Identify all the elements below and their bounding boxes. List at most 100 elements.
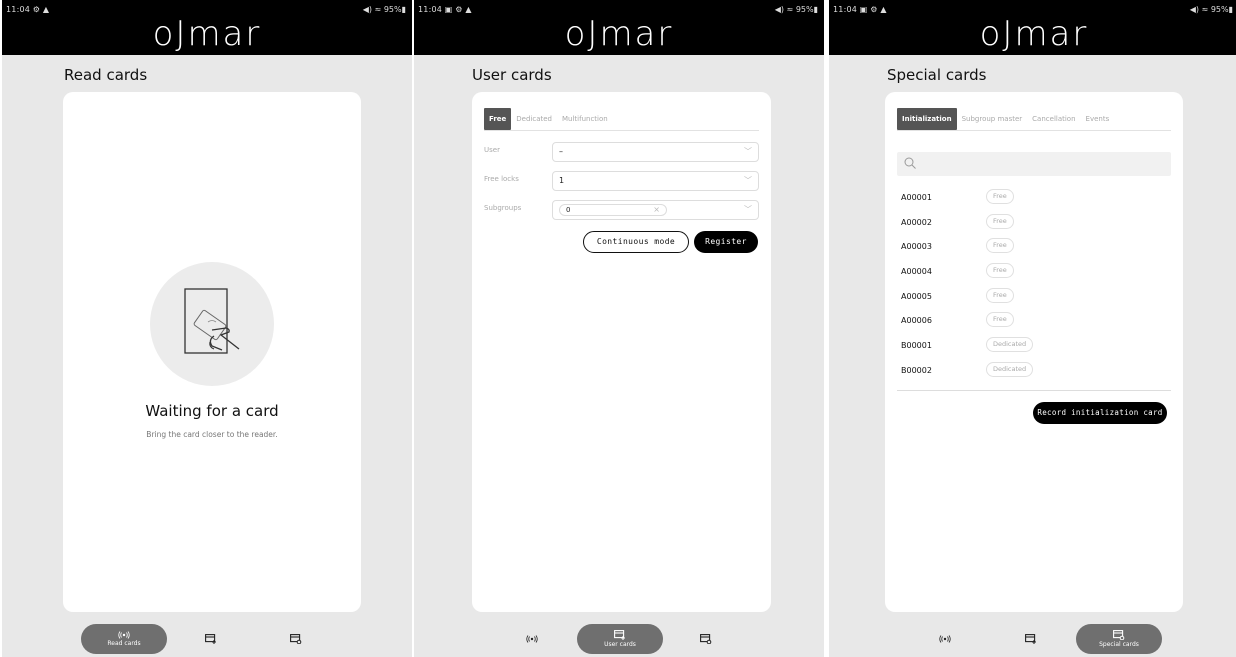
list-item[interactable]: B00001 Dedicated — [901, 335, 1171, 360]
subgroup-chip-label: 0 — [566, 206, 571, 214]
hand-card-icon — [184, 288, 240, 354]
bottom-navigation: Special cards — [829, 617, 1236, 657]
user-cards-panel: Free Dedicated Multifunction User – ﹀ Fr… — [472, 92, 771, 612]
status-indicators: ◀) ≈ 95%▮ — [1189, 5, 1233, 14]
nav-label: Read cards — [107, 640, 141, 647]
initialization-card-list: A00001 Free A00002 Free A00003 Free A00004 F… — [901, 187, 1171, 385]
brand-logo: oJmar — [979, 14, 1089, 54]
tab-events[interactable]: Events — [1081, 108, 1115, 130]
card-type-badge: Dedicated — [986, 337, 1034, 353]
nav-read-cards[interactable] — [526, 624, 538, 654]
status-time: 11:04 ⚙ ▲ — [6, 5, 50, 14]
user-select[interactable]: – ﹀ — [552, 142, 759, 162]
chevron-down-icon: ﹀ — [744, 147, 752, 156]
card-reader-illustration — [150, 262, 274, 386]
card-type-badge: Free — [986, 312, 1014, 328]
card-settings-icon — [700, 634, 712, 644]
subgroups-row: Subgroups 0 × ﹀ — [484, 200, 759, 220]
free-locks-select[interactable]: 1 ﹀ — [552, 171, 759, 191]
nfc-icon — [526, 635, 538, 643]
waiting-title: Waiting for a card — [145, 402, 279, 420]
free-locks-row: Free locks 1 ﹀ — [484, 171, 759, 191]
read-card-panel: Waiting for a card Bring the card closer… — [63, 92, 361, 612]
card-type-badge: Dedicated — [986, 361, 1034, 377]
continuous-mode-button[interactable]: Continuous mode — [583, 231, 689, 253]
close-icon[interactable]: × — [653, 205, 660, 215]
divider — [897, 390, 1171, 391]
card-code: A00001 — [901, 193, 932, 202]
add-card-icon — [205, 634, 216, 644]
special-card-tabs: Initialization Subgroup master Cancellat… — [897, 107, 1171, 131]
tab-free[interactable]: Free — [484, 107, 512, 130]
nav-label: User cards — [604, 641, 636, 648]
special-cards-screen: 11:04 ▣ ⚙ ▲ ◀) ≈ 95%▮ oJmar Special card… — [829, 0, 1236, 657]
tab-initialization[interactable]: Initialization — [897, 107, 957, 130]
card-settings-icon — [1113, 630, 1125, 640]
card-type-tabs: Free Dedicated Multifunction — [484, 107, 759, 131]
nav-user-cards[interactable] — [205, 624, 217, 654]
card-type-badge: Free — [986, 189, 1014, 204]
card-code: A00005 — [901, 291, 932, 301]
chevron-down-icon: ﹀ — [744, 205, 752, 214]
nfc-icon — [939, 635, 951, 643]
nav-special-cards[interactable] — [290, 624, 302, 654]
card-settings-icon — [290, 634, 302, 644]
free-locks-label: Free locks — [484, 175, 519, 183]
user-cards-screen: 11:04 ▣ ⚙ ▲ ◀) ≈ 95%▮ oJmar User cards F… — [414, 0, 824, 657]
card-code: B00001 — [901, 341, 932, 351]
nav-special-cards[interactable] — [700, 624, 712, 654]
card-code: B00002 — [901, 365, 932, 375]
list-item[interactable]: A00005 Free — [901, 286, 1171, 311]
app-header: 11:04 ▣ ⚙ ▲ ◀) ≈ 95%▮ oJmar — [829, 0, 1236, 55]
special-cards-panel: Initialization Subgroup master Cancellat… — [885, 92, 1183, 612]
chevron-down-icon: ﹀ — [744, 176, 752, 185]
tab-multifunction[interactable]: Multifunction — [557, 108, 613, 130]
nav-user-cards[interactable]: User cards — [577, 624, 663, 654]
status-indicators: ◀) ≈ 95%▮ — [774, 5, 818, 14]
card-code: A00006 — [901, 316, 932, 326]
brand-logo: oJmar — [564, 14, 674, 54]
nav-read-cards[interactable] — [939, 624, 951, 654]
nav-special-cards[interactable]: Special cards — [1076, 624, 1162, 654]
status-time: 11:04 ▣ ⚙ ▲ — [418, 5, 472, 14]
card-type-badge: Free — [986, 287, 1014, 303]
card-code: A00003 — [901, 242, 932, 252]
status-time: 11:04 ▣ ⚙ ▲ — [833, 5, 887, 14]
tab-dedicated[interactable]: Dedicated — [511, 108, 557, 130]
list-item[interactable]: A00003 Free — [901, 236, 1171, 261]
register-button[interactable]: Register — [694, 231, 758, 253]
search-input[interactable] — [897, 152, 1171, 176]
card-type-badge: Free — [986, 263, 1014, 279]
page-title: Read cards — [64, 66, 148, 84]
card-type-badge: Free — [986, 238, 1014, 254]
list-item[interactable]: A00006 Free — [901, 310, 1171, 335]
user-value: – — [559, 147, 563, 156]
page-title: User cards — [472, 66, 552, 84]
subgroups-label: Subgroups — [484, 204, 522, 212]
user-label: User — [484, 146, 500, 154]
subgroups-select[interactable]: 0 × ﹀ — [552, 200, 759, 220]
user-row: User – ﹀ — [484, 142, 759, 162]
card-type-badge: Free — [986, 213, 1014, 229]
waiting-subtitle: Bring the card closer to the reader. — [146, 430, 278, 439]
nav-user-cards[interactable] — [1025, 624, 1037, 654]
list-item[interactable]: A00004 Free — [901, 261, 1171, 286]
nav-read-cards[interactable]: Read cards — [81, 624, 167, 654]
bottom-navigation: User cards — [414, 617, 824, 657]
tab-cancellation[interactable]: Cancellation — [1027, 108, 1080, 130]
brand-logo: oJmar — [152, 14, 262, 54]
list-item[interactable]: A00001 Free — [901, 187, 1171, 212]
list-item[interactable]: B00002 Dedicated — [901, 360, 1171, 385]
read-cards-screen: 11:04 ⚙ ▲ ◀) ≈ 95%▮ oJmar Read cards Wai… — [2, 0, 412, 657]
app-header: 11:04 ▣ ⚙ ▲ ◀) ≈ 95%▮ oJmar — [414, 0, 824, 55]
subgroup-chip[interactable]: 0 × — [559, 204, 667, 216]
free-locks-value: 1 — [559, 176, 565, 185]
search-icon — [904, 157, 916, 169]
page-title: Special cards — [887, 66, 987, 84]
tab-subgroup-master[interactable]: Subgroup master — [957, 108, 1028, 130]
record-initialization-card-button[interactable]: Record initialization card — [1033, 402, 1167, 424]
add-card-icon — [1025, 634, 1036, 644]
bottom-navigation: Read cards — [2, 617, 412, 657]
nfc-icon — [118, 631, 130, 639]
list-item[interactable]: A00002 Free — [901, 212, 1171, 237]
